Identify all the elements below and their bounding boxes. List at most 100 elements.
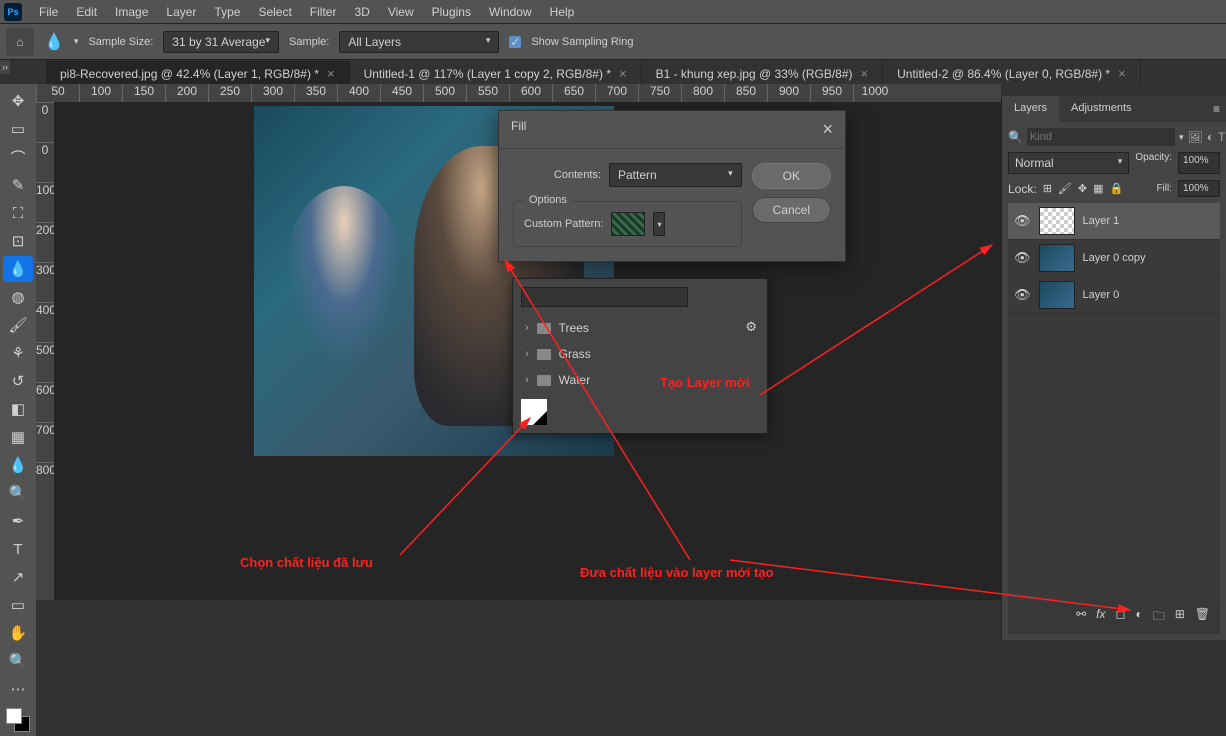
collapse-toggle[interactable]: ›› [0,60,10,74]
visibility-icon[interactable]: 👁 [1014,250,1031,266]
folder-trees[interactable]: Trees [521,315,759,341]
layer-row[interactable]: 👁 Layer 1 [1008,203,1220,240]
pen-tool[interactable]: ✒ [3,508,33,534]
lock-pixel-icon[interactable]: 🖌 [1058,182,1072,195]
stamp-tool[interactable]: ⚘ [3,340,33,366]
panel-menu-icon[interactable]: ≡ [1207,96,1226,122]
doc-tab-3[interactable]: B1 - khung xep.jpg @ 33% (RGB/8#)× [642,61,884,86]
menu-file[interactable]: File [30,1,67,23]
lock-transparent-icon[interactable]: ⊞ [1043,182,1052,195]
doc-tab-4[interactable]: Untitled-2 @ 86.4% (Layer 0, RGB/8#) *× [883,61,1141,86]
layers-tab[interactable]: Layers [1002,96,1059,122]
menu-plugins[interactable]: Plugins [423,1,480,23]
fill-label: Fill: [1156,183,1172,194]
color-swatch[interactable] [6,708,30,732]
fill-value[interactable]: 100% [1178,180,1220,197]
new-layer-icon[interactable]: ⊞ [1175,607,1185,628]
pattern-search[interactable] [521,287,688,307]
menu-3d[interactable]: 3D [345,1,378,23]
lock-position-icon[interactable]: ✥ [1078,182,1087,195]
layer-name: Layer 0 copy [1083,252,1146,264]
sample-select[interactable]: All Layers ▾ [339,31,499,53]
filter-adjust-icon[interactable]: ◐ [1207,130,1214,144]
frame-tool[interactable]: ⊡ [3,228,33,254]
pattern-swatch[interactable] [521,399,547,425]
close-icon[interactable]: × [822,119,833,140]
menu-window[interactable]: Window [480,1,541,23]
menu-type[interactable]: Type [205,1,249,23]
show-ring-label: Show Sampling Ring [531,36,633,48]
doc-tab-1[interactable]: pi8-Recovered.jpg @ 42.4% (Layer 1, RGB/… [46,61,350,86]
mask-icon[interactable]: ◻ [1115,607,1125,628]
layer-row[interactable]: 👁 Layer 0 copy [1008,240,1220,277]
sample-size-select[interactable]: 31 by 31 Average ▾ [163,31,279,53]
gear-icon[interactable]: ⚙ [745,319,757,335]
eyedropper-tool[interactable]: 💧 [3,256,33,282]
contents-select[interactable]: Pattern▾ [609,163,742,187]
group-icon[interactable]: 🗀 [1153,607,1165,628]
type-tool[interactable]: T [3,536,33,562]
cancel-button[interactable]: Cancel [752,197,831,223]
lock-all-icon[interactable]: 🔒 [1110,182,1124,195]
link-icon[interactable]: ⚯ [1076,607,1086,628]
menu-layer[interactable]: Layer [157,1,205,23]
marquee-tool[interactable]: ▭ [3,116,33,142]
doc-tab-2[interactable]: Untitled-1 @ 117% (Layer 1 copy 2, RGB/8… [350,61,642,86]
folder-grass[interactable]: Grass [521,341,759,367]
ok-button[interactable]: OK [752,163,831,189]
visibility-icon[interactable]: 👁 [1014,287,1031,303]
lasso-tool[interactable]: ⌒ [3,144,33,170]
ruler-horizontal: 5010015020025030035040045050055060065070… [36,84,1001,102]
search-icon: 🔍 [1008,130,1023,144]
hand-tool[interactable]: ✋ [3,620,33,646]
wand-tool[interactable]: ✎ [3,172,33,198]
show-ring-checkbox[interactable]: ✓ [509,36,521,48]
layer-thumbnail [1039,244,1075,272]
menu-select[interactable]: Select [249,1,300,23]
trash-icon[interactable]: 🗑 [1195,607,1210,628]
adjustments-tab[interactable]: Adjustments [1059,96,1144,122]
eraser-tool[interactable]: ◧ [3,396,33,422]
move-tool[interactable]: ✥ [3,88,33,114]
brush-tool[interactable]: 🖌 [3,312,33,338]
close-icon[interactable]: × [619,66,627,81]
pattern-dropdown[interactable]: ▾ [653,212,665,236]
ruler-vertical: 00100200300400500600700800 [36,102,54,600]
gradient-tool[interactable]: ▦ [3,424,33,450]
blend-mode-select[interactable]: Normal▾ [1008,152,1129,174]
blur-tool[interactable]: 💧 [3,452,33,478]
close-icon[interactable]: × [327,66,335,81]
adjustment-icon[interactable]: ◐ [1135,607,1142,628]
menu-view[interactable]: View [379,1,423,23]
visibility-icon[interactable]: 👁 [1014,213,1031,229]
opacity-value[interactable]: 100% [1178,152,1220,174]
options-icon[interactable]: ⋯ [3,676,33,702]
sample-label: Sample: [289,36,329,48]
custom-pattern-label: Custom Pattern: [524,218,603,230]
close-icon[interactable]: × [861,66,869,81]
filter-type-icon[interactable]: T [1218,130,1225,144]
right-panels: Layers Adjustments ≡ 🔍 ▾ 🖼 ◐ T ▱ ◫ Norma… [1001,96,1226,640]
menu-edit[interactable]: Edit [67,1,106,23]
zoom-tool[interactable]: 🔍 [3,648,33,674]
dodge-tool[interactable]: 🔍 [3,480,33,506]
history-brush-tool[interactable]: ↺ [3,368,33,394]
home-button[interactable]: ⌂ [6,28,34,56]
path-tool[interactable]: ↗ [3,564,33,590]
chevron-down-icon[interactable]: ▾ [74,36,79,47]
shape-tool[interactable]: ▭ [3,592,33,618]
filter-pixel-icon[interactable]: 🖼 [1187,130,1202,144]
kind-filter[interactable] [1027,128,1175,146]
menu-image[interactable]: Image [106,1,157,23]
pattern-thumbnail[interactable] [611,212,645,236]
eyedropper-icon[interactable]: 💧 [44,32,64,52]
lock-artboard-icon[interactable]: ▦ [1093,182,1103,195]
menu-filter[interactable]: Filter [301,1,346,23]
crop-tool[interactable]: ⛶ [3,200,33,226]
menu-help[interactable]: Help [541,1,584,23]
folder-water[interactable]: Water [521,367,759,393]
close-icon[interactable]: × [1118,66,1126,81]
layer-row[interactable]: 👁 Layer 0 [1008,277,1220,314]
heal-tool[interactable]: ◍ [3,284,33,310]
fx-icon[interactable]: fx [1096,607,1105,628]
